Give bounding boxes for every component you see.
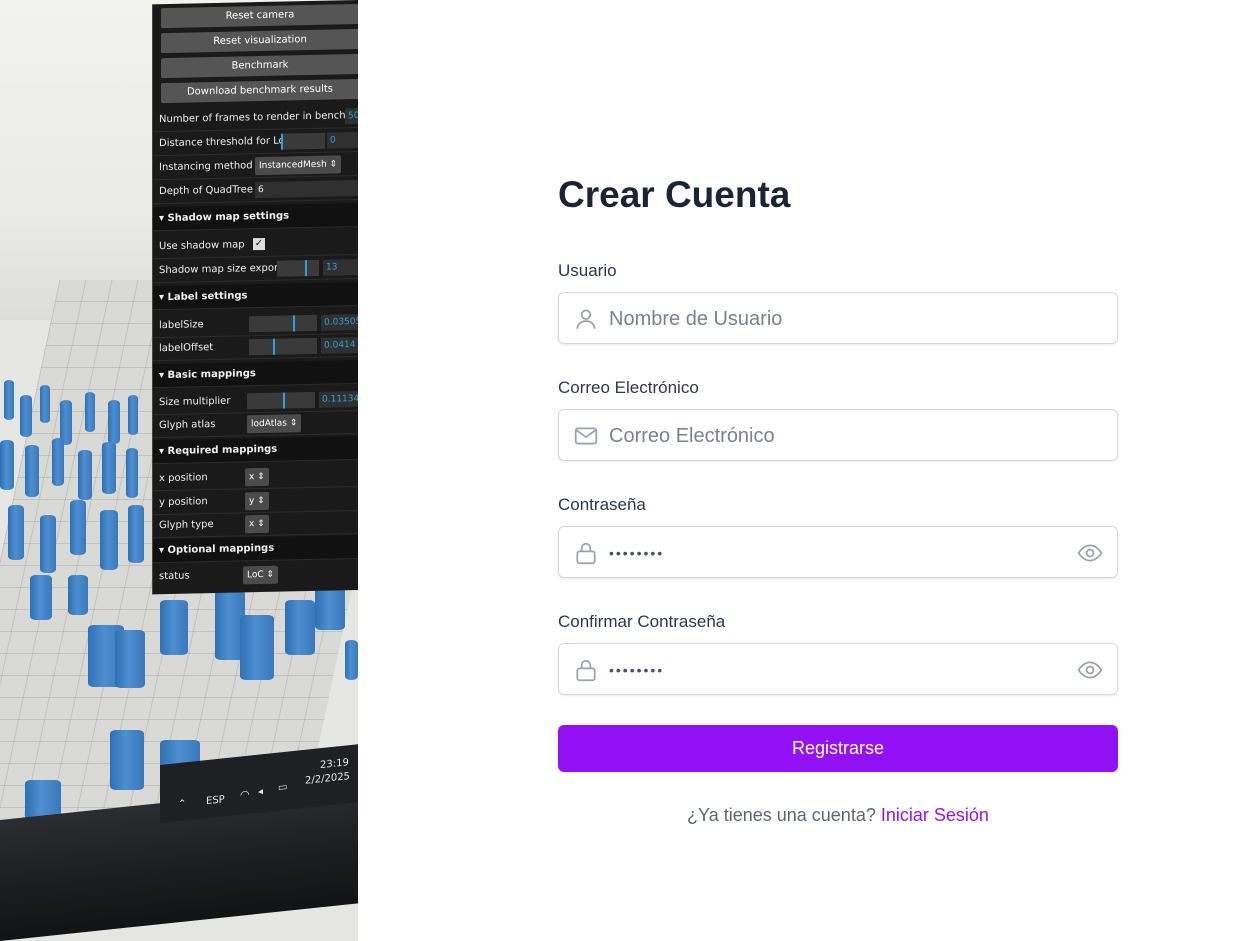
ypos-select: y ⇕ [245,491,269,511]
login-prompt-text: ¿Ya tienes una cuenta? [687,805,876,825]
use-shadow-label: Use shadow map [159,239,245,253]
page-title: Crear Cuenta [558,174,791,215]
shadow-section-label: ▾ Shadow map settings [159,210,290,225]
optional-section: ▾ Optional mappings [153,534,358,564]
glyph-atlas-row: Glyph atlas lodAtlas ⇕ [153,409,358,439]
size-multiplier-label: Size multiplier [159,395,231,409]
xpos-label: x position [159,472,208,485]
instancing-select: InstancedMesh ⇕ [255,155,342,176]
lock-icon [576,542,596,565]
shadow-size-row: Shadow map size exponent 13 [153,254,358,284]
instancing-label: Instancing method [159,160,253,174]
labeloffset-label: labelOffset [159,342,214,355]
password-input[interactable] [609,537,1069,569]
labelsize-slider [249,314,317,333]
size-multiplier-slider [247,391,315,410]
username-label: Usuario [558,261,617,280]
frames-value: 50 [345,107,358,125]
user-icon [576,309,596,329]
register-button[interactable]: Registrarse [558,725,1118,772]
label-section-label: ▾ Label settings [159,290,248,304]
shadow-size-value: 13 [323,258,358,276]
confirm-password-label: Confirmar Contraseña [558,612,726,631]
glyph-type-select: x ⇕ [245,514,269,534]
eye-icon[interactable] [1077,657,1103,683]
reset-visualization-button: Reset visualization [161,28,358,54]
glyph-atlas-select: lodAtlas ⇕ [247,414,302,434]
lod-label: Distance threshold for LoD [159,135,293,150]
language-indicator: ESP [206,794,225,808]
benchmark-button: Benchmark [161,53,358,79]
chevron-up-icon: ⌃ [178,798,187,811]
download-benchmark-row: Download benchmark results [153,77,358,105]
benchmark-row: Benchmark [153,52,358,80]
xpos-select: x ⇕ [245,467,269,487]
labeloffset-slider [249,337,317,356]
labelsize-value: 0.03505 [321,313,358,331]
username-field[interactable] [558,292,1118,344]
clock-date: 2/2/2025 [305,771,350,787]
glyph-type-label: Glyph type [159,519,214,532]
register-form: Crear Cuenta Usuario Correo Electrónico … [558,0,1118,941]
required-section: ▾ Required mappings [153,435,358,465]
reset-camera-row: Reset camera [153,2,358,30]
confirm-password-input[interactable] [609,654,1069,686]
reset-camera-button: Reset camera [161,3,358,29]
required-section-label: ▾ Required mappings [159,443,278,458]
lod-slider [281,132,325,150]
password-field[interactable] [558,526,1118,578]
labeloffset-value: 0.0414 [321,336,358,354]
shadow-size-slider [277,259,319,277]
battery-icon: ▭ [278,781,288,794]
size-multiplier-value: 0.11134 [319,390,358,408]
glyph-atlas-label: Glyph atlas [159,418,216,432]
lod-value: 0 [327,131,358,149]
eye-icon[interactable] [1077,540,1103,566]
quadtree-row: Depth of QuadTree 6 [153,175,358,205]
labeloffset-row: labelOffset 0.0414 [153,332,358,362]
username-input[interactable] [609,303,1069,335]
status-label: status [159,570,190,583]
volume-icon: ◂ [258,786,264,798]
use-shadow-checkbox: ✓ [253,237,265,251]
download-benchmark-button: Download benchmark results [161,78,358,104]
password-label: Contraseña [558,495,646,514]
quadtree-value: 6 [255,179,358,199]
shadow-section: ▾ Shadow map settings [153,202,358,232]
reset-visualization-row: Reset visualization [153,27,358,55]
email-input[interactable] [609,420,1069,452]
frames-label: Number of frames to render in benchmark [159,109,358,126]
login-prompt: ¿Ya tienes una cuenta? Iniciar Sesión [558,805,1118,826]
mail-icon [574,427,598,445]
labelsize-label: labelSize [159,319,204,332]
login-link[interactable]: Iniciar Sesión [881,805,989,825]
basic-section: ▾ Basic mappings [153,359,358,389]
optional-section-label: ▾ Optional mappings [159,542,275,557]
glyph-type-row: Glyph type x ⇕ [153,509,358,539]
label-section: ▾ Label settings [153,281,358,311]
ypos-label: y position [159,496,208,509]
lock-icon [576,659,596,682]
confirm-password-field[interactable] [558,643,1118,695]
basic-section-label: ▾ Basic mappings [159,368,256,382]
email-field[interactable] [558,409,1118,461]
settings-gui-panel: Reset camera Reset visualization Benchma… [152,0,358,595]
quadtree-label: Depth of QuadTree [159,184,253,198]
status-row: status LoC ⇕ [153,561,358,589]
status-select: LoC ⇕ [243,565,279,585]
clock-time: 23:19 [320,757,349,772]
email-label: Correo Electrónico [558,378,699,397]
wifi-icon: ◠ [240,787,250,802]
background-photo: Reset camera Reset visualization Benchma… [0,0,358,941]
